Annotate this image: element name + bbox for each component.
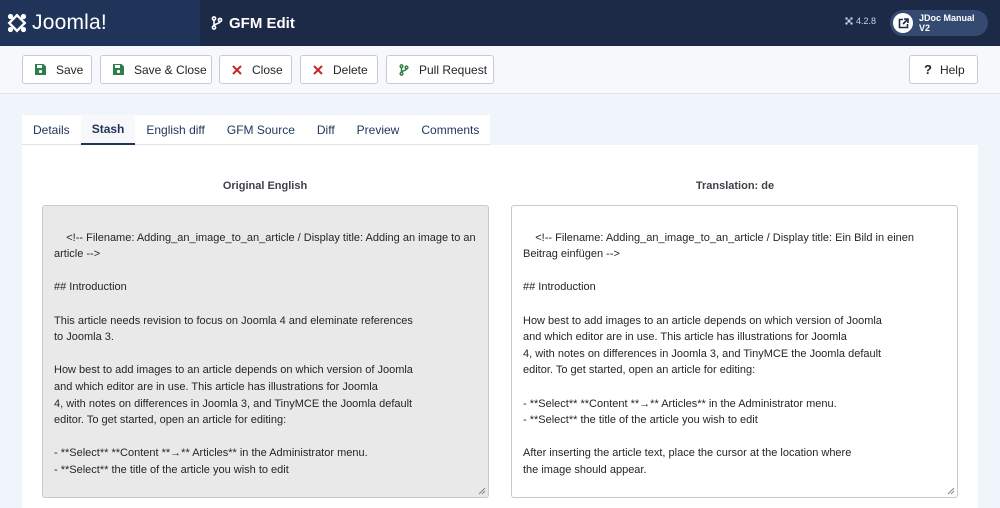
save-button[interactable]: Save xyxy=(22,55,92,84)
help-button[interactable]: ? Help xyxy=(909,55,978,84)
delete-button[interactable]: Delete xyxy=(300,55,378,84)
save-close-label: Save & Close xyxy=(134,62,207,77)
floppy-disk-icon xyxy=(113,64,124,75)
resize-grip-icon[interactable] xyxy=(947,487,955,495)
site-link-button[interactable]: JDoc Manual V2 xyxy=(890,10,988,36)
page-title: GFM Edit xyxy=(229,14,295,32)
site-link-label: JDoc Manual V2 xyxy=(919,13,975,33)
translation-title: Translation: de xyxy=(695,180,775,192)
translation-text: <!-- Filename: Adding_an_image_to_an_art… xyxy=(523,231,915,476)
tab-comments[interactable]: Comments xyxy=(410,115,490,145)
tab-details[interactable]: Details xyxy=(22,115,81,145)
save-label: Save xyxy=(56,62,84,77)
logo-text: Joomla! xyxy=(32,11,107,34)
translation-textarea[interactable]: <!-- Filename: Adding_an_image_to_an_art… xyxy=(511,205,958,498)
git-branch-icon xyxy=(211,16,223,30)
delete-label: Delete xyxy=(333,62,368,77)
save-close-button[interactable]: Save & Close xyxy=(100,55,212,84)
logo[interactable]: Joomla! xyxy=(0,0,200,46)
page-title-area: GFM Edit xyxy=(211,0,295,46)
version-label: 4.2.8 xyxy=(856,16,877,26)
close-button[interactable]: Close xyxy=(219,55,292,84)
pull-request-button[interactable]: Pull Request xyxy=(386,55,494,84)
original-title: Original English xyxy=(222,180,308,192)
tab-english-diff[interactable]: English diff xyxy=(135,115,215,145)
x-icon xyxy=(232,64,242,75)
stash-panel: Original English Translation: de <!-- Fi… xyxy=(22,145,978,508)
joomla-small-icon xyxy=(845,17,853,25)
resize-grip-icon[interactable] xyxy=(478,487,486,495)
original-text: <!-- Filename: Adding_an_image_to_an_art… xyxy=(54,231,476,476)
x-icon xyxy=(313,64,323,75)
tab-bar: Details Stash English diff GFM Source Di… xyxy=(22,115,491,145)
question-icon: ? xyxy=(924,62,932,77)
external-link-icon xyxy=(893,13,913,33)
close-label: Close xyxy=(252,62,283,77)
tab-stash[interactable]: Stash xyxy=(80,115,136,145)
original-textarea[interactable]: <!-- Filename: Adding_an_image_to_an_art… xyxy=(42,205,489,498)
version-info: 4.2.8 xyxy=(845,16,876,26)
tab-preview[interactable]: Preview xyxy=(346,115,411,145)
joomla-logo-icon xyxy=(7,13,27,33)
git-branch-icon xyxy=(399,63,409,76)
header-bar: Joomla! GFM Edit 4.2.8 JDoc Manual V2 xyxy=(0,0,1000,46)
floppy-disk-icon xyxy=(35,64,46,75)
help-label: Help xyxy=(939,62,965,77)
toolbar: Save Save & Close Close Delete Pull Requ… xyxy=(0,46,1000,94)
tab-diff[interactable]: Diff xyxy=(306,115,346,145)
tab-gfm-source[interactable]: GFM Source xyxy=(216,115,306,145)
pull-request-label: Pull Request xyxy=(419,62,488,77)
